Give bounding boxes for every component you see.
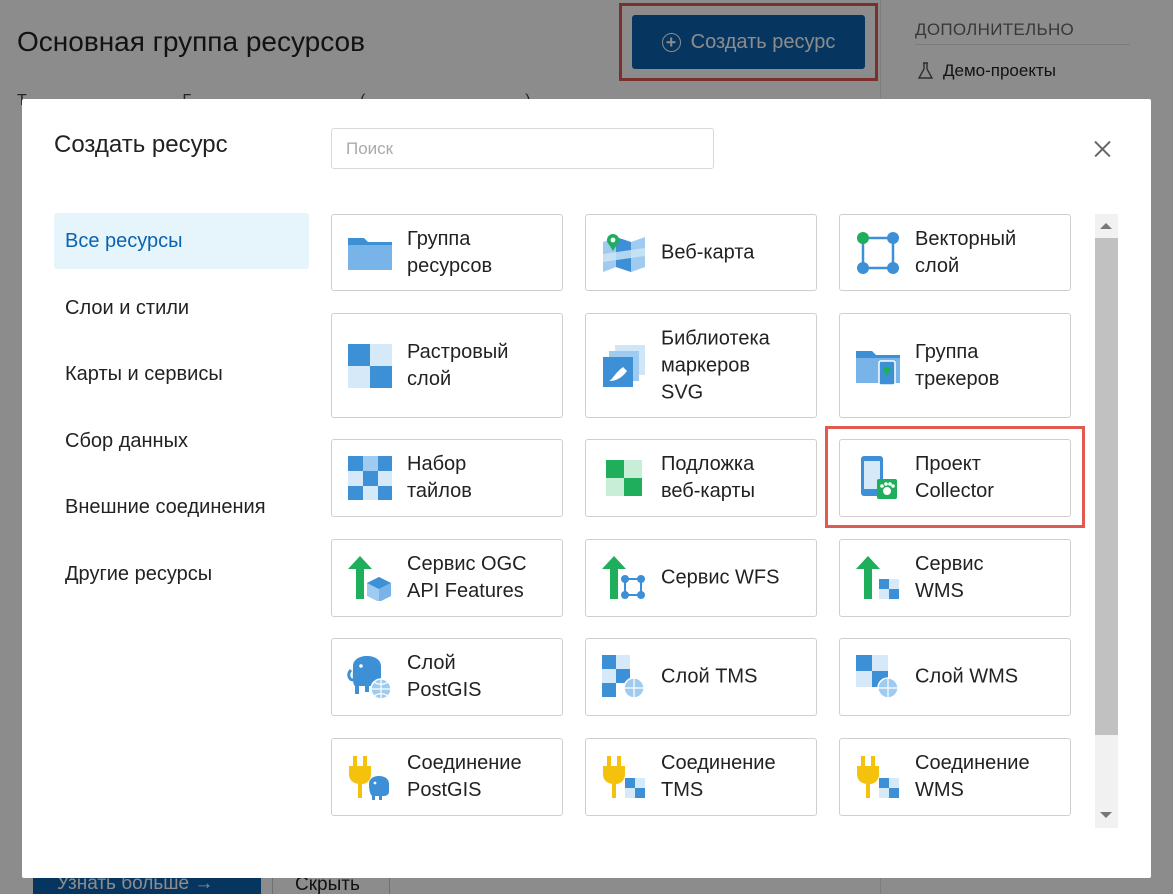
category-other-resources[interactable]: Другие ресурсы — [54, 546, 309, 602]
category-maps-services[interactable]: Карты и сервисы — [54, 346, 309, 402]
resource-tile-postgis-connection[interactable]: Соединение PostGIS — [331, 738, 563, 816]
ogcf-service-icon — [348, 556, 391, 601]
scroll-up-arrow-icon[interactable] — [1100, 223, 1112, 229]
tms-connection-icon — [603, 756, 645, 798]
resource-label: Группа трекеров — [915, 340, 1000, 390]
resource-tile-basemap[interactable]: Подложка веб-карты — [585, 439, 817, 517]
resource-tile-svg-marker-library[interactable]: Библиотека маркеров SVG — [585, 313, 817, 418]
tileset-icon — [348, 456, 392, 500]
wms-connection-icon — [857, 756, 899, 798]
wms-layer-icon — [856, 655, 899, 699]
resource-label: Подложка веб-карты — [661, 453, 755, 502]
scrollbar-thumb[interactable] — [1095, 238, 1118, 735]
resource-label: Набор тайлов — [407, 453, 472, 502]
resource-tile-raster-layer[interactable]: Растровый слой — [331, 313, 563, 418]
resource-tile-wms-layer[interactable]: Слой WMS — [839, 638, 1071, 716]
collector-project-icon — [861, 456, 897, 499]
resource-label: Растровый слой — [407, 340, 509, 390]
category-external-connections[interactable]: Внешние соединения — [54, 479, 309, 535]
resource-label: Библиотека маркеров SVG — [661, 327, 770, 403]
resource-label: Соединение TMS — [661, 752, 776, 801]
resource-label: Сервис OGC API Features — [407, 553, 527, 602]
resource-label: Группа ресурсов — [407, 227, 493, 277]
resource-label: Веб-карта — [661, 241, 755, 263]
tracker-group-icon — [856, 350, 900, 386]
svg-marker-library-icon — [603, 344, 645, 387]
postgis-connection-icon — [349, 756, 389, 800]
resource-label: Сервис WFS — [661, 566, 780, 589]
raster-layer-icon — [348, 343, 392, 388]
resource-label: Сервис WMS — [915, 553, 984, 602]
resource-label: Слой WMS — [915, 665, 1019, 688]
close-icon[interactable] — [1087, 134, 1117, 164]
category-all-resources[interactable]: Все ресурсы — [54, 213, 309, 269]
scroll-down-arrow-icon[interactable] — [1100, 812, 1112, 818]
resource-tile-collector-project[interactable]: Проект Collector — [839, 439, 1071, 517]
resource-tile-wfs-service[interactable]: Сервис WFS — [585, 539, 817, 617]
postgis-layer-icon — [347, 656, 392, 700]
resource-tile-wms-service[interactable]: Сервис WMS — [839, 539, 1071, 617]
tms-layer-icon — [602, 655, 645, 699]
resource-tile-vector-layer[interactable]: Векторный слой — [839, 214, 1071, 291]
resource-tile-resource-group[interactable]: Группа ресурсов — [331, 214, 563, 291]
modal-title: Создать ресурс — [54, 131, 228, 158]
webmap-icon — [603, 233, 645, 272]
resource-label: Векторный слой — [915, 227, 1017, 277]
resource-label: Слой TMS — [661, 665, 758, 688]
vector-layer-icon — [857, 231, 899, 274]
resource-tile-postgis-layer[interactable]: Слой PostGIS — [331, 638, 563, 716]
wfs-service-icon — [602, 556, 645, 599]
resource-tile-tms-layer[interactable]: Слой TMS — [585, 638, 817, 716]
category-list: Все ресурсы Слои и стили Карты и сервисы… — [54, 213, 309, 612]
resource-tile-webmap[interactable]: Веб-карта — [585, 214, 817, 291]
folder-icon — [348, 237, 392, 270]
resource-label: Слой PostGIS — [407, 652, 482, 701]
resource-tile-ogcf-service[interactable]: Сервис OGC API Features — [331, 539, 563, 617]
resource-label: Соединение WMS — [915, 752, 1030, 801]
basemap-icon — [606, 460, 642, 496]
resource-label: Соединение PostGIS — [407, 752, 522, 801]
category-data-collection[interactable]: Сбор данных — [54, 413, 309, 469]
resource-tile-wms-connection[interactable]: Соединение WMS — [839, 738, 1071, 816]
search-input[interactable] — [331, 128, 714, 169]
wms-service-icon — [856, 556, 899, 599]
resource-tile-tracker-group[interactable]: Группа трекеров — [839, 313, 1071, 418]
resource-label: Проект Collector — [915, 453, 994, 502]
create-resource-modal: Создать ресурс Все ресурсы Слои и стили … — [22, 99, 1151, 878]
resource-tile-tms-connection[interactable]: Соединение TMS — [585, 738, 817, 816]
category-layers-styles[interactable]: Слои и стили — [54, 280, 309, 336]
resource-tile-tileset[interactable]: Набор тайлов — [331, 439, 563, 517]
